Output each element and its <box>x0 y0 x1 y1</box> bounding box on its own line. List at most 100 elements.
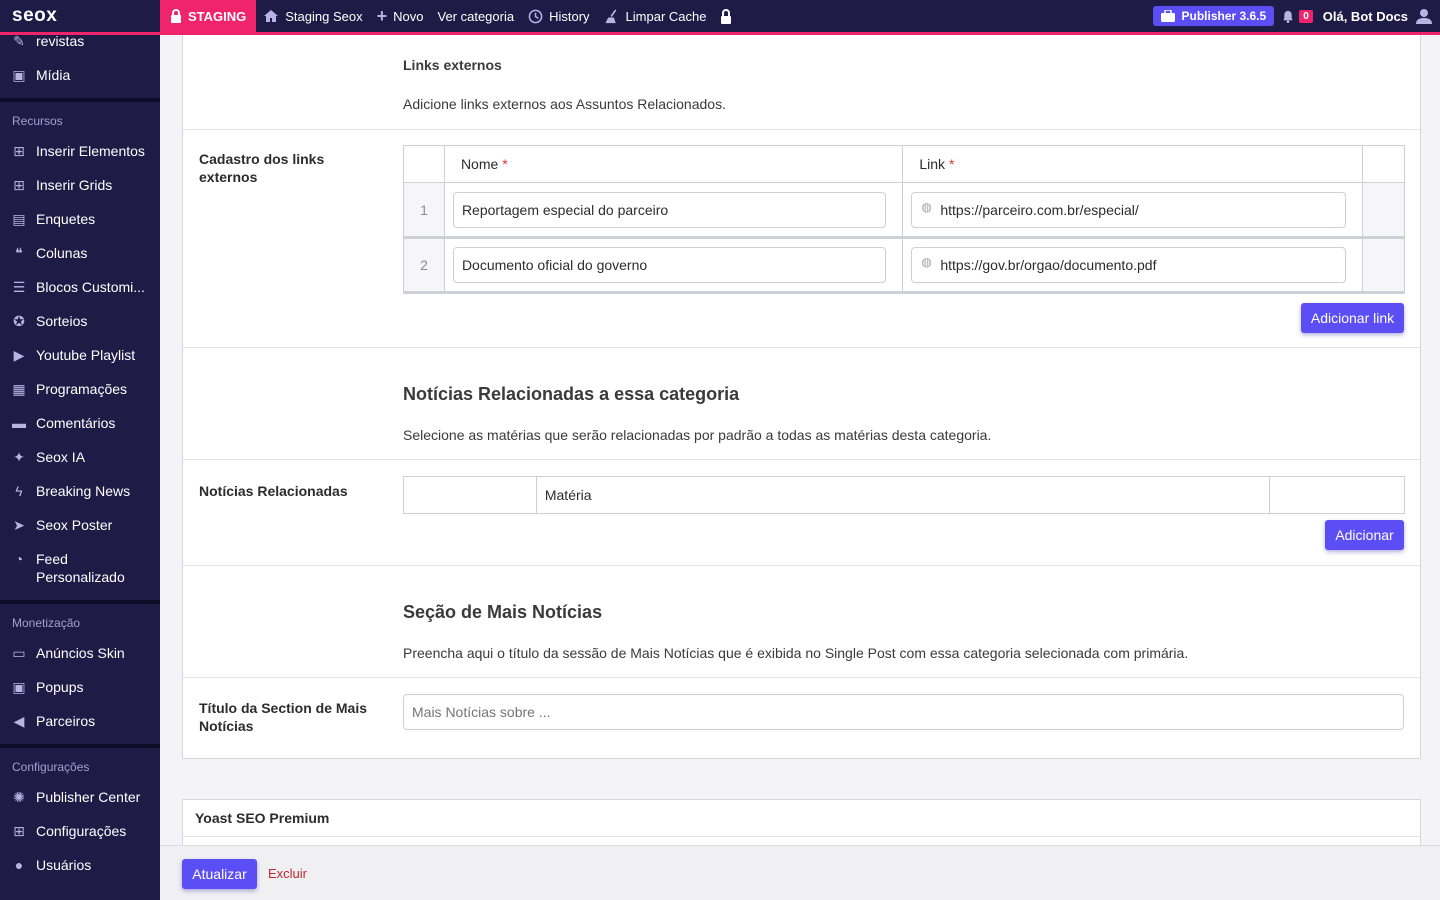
sidebar-item-label: Seox Poster <box>36 517 113 533</box>
admin-sidebar: ✎ revistas ▣ Mídia Recursos ⊞ Inserir Ele… <box>0 32 160 900</box>
history-link[interactable]: History <box>521 0 596 32</box>
publisher-version-badge[interactable]: Publisher 3.6.5 <box>1153 6 1275 26</box>
update-button[interactable]: Atualizar <box>182 859 257 889</box>
category-fields-panel: Links externos Adicione links externos a… <box>182 32 1421 759</box>
sidebar-item-label: Mídia <box>36 67 71 83</box>
add-related-button[interactable]: Adicionar <box>1325 520 1404 550</box>
sidebar-item-colunas[interactable]: ❝ Colunas <box>0 236 160 270</box>
lock-icon <box>171 9 181 23</box>
name-header-label: Nome <box>460 156 499 172</box>
new-link[interactable]: + Novo <box>370 0 431 32</box>
lightning-icon: ϟ <box>15 483 23 499</box>
staging-label: STAGING <box>188 8 247 24</box>
sidebar-item-label: Usuários <box>36 857 92 873</box>
sidebar-item-feed-personalizado[interactable]: ◔ Feed Personalizado <box>0 542 160 594</box>
admin-bar: seox STAGING Staging Seox + Novo Ver cat… <box>0 0 1440 35</box>
site-label: Staging Seox <box>285 8 363 24</box>
award-icon: ✪ <box>13 313 25 329</box>
unlock-link[interactable] <box>713 0 739 32</box>
plus-square-icon: ⊞ <box>13 177 25 193</box>
related-field-row: Notícias Relacionadas Matéria Adicionar <box>183 460 1420 566</box>
materia-column-header: Matéria <box>535 476 1271 514</box>
required-mark: * <box>948 156 955 172</box>
sidebar-item-comentarios[interactable]: ▬ Comentários <box>0 406 160 440</box>
links-description: Adicione links externos aos Assuntos Rel… <box>403 96 726 112</box>
greeting-label: Olá, Bot Docs <box>1322 8 1408 24</box>
delete-link[interactable]: Excluir <box>268 866 307 881</box>
add-link-button[interactable]: Adicionar link <box>1301 303 1404 333</box>
sidebar-item-label: Seox IA <box>36 449 86 465</box>
clock-icon <box>528 9 543 23</box>
home-icon <box>264 10 279 22</box>
sidebar-item-parceiros[interactable]: ◀ Parceiros <box>0 704 160 738</box>
sidebar-item-usuarios[interactable]: ● Usuários <box>0 848 160 882</box>
sidebar-item-programacoes[interactable]: ▦ Programações <box>0 372 160 406</box>
sidebar-item-publisher-center[interactable]: ✺ Publisher Center <box>0 780 160 814</box>
site-link[interactable]: Staging Seox <box>256 0 369 32</box>
seox-logo[interactable]: seox <box>0 0 160 32</box>
playlist-icon: ▶ <box>13 347 25 363</box>
sidebar-item-configuracoes[interactable]: ⊞ Configurações <box>0 814 160 848</box>
sidebar-item-midia[interactable]: ▣ Mídia <box>0 58 160 92</box>
more-title-input[interactable] <box>403 694 1404 730</box>
links-field-label: Cadastro dos links externos <box>199 151 325 185</box>
sidebar-item-sorteios[interactable]: ✪ Sorteios <box>0 304 160 338</box>
url-cell: ◍ https://parceiro.com.br/especial/ <box>902 182 1364 238</box>
row-index[interactable]: 2 <box>403 237 445 293</box>
related-table-header: Matéria <box>403 476 1405 514</box>
sidebar-item-seox-ia[interactable]: ✦ Seox IA <box>0 440 160 474</box>
name-cell: Reportagem especial do parceiro <box>443 182 904 238</box>
sidebar-item-youtube-playlist[interactable]: ▶ Youtube Playlist <box>0 338 160 372</box>
link-header-label: Link <box>919 156 946 172</box>
actions-header <box>1362 145 1405 183</box>
sidebar-heading-monetizacao: Monetização <box>12 616 81 630</box>
sidebar-item-blocos[interactable]: ☰ Blocos Customi... <box>0 270 160 304</box>
plus-icon: + <box>376 5 388 26</box>
link-url-input[interactable]: ◍ https://parceiro.com.br/especial/ <box>911 191 1347 228</box>
sidebar-item-inserir-elementos[interactable]: ⊞ Inserir Elementos <box>0 134 160 168</box>
sidebar-item-enquetes[interactable]: ▤ Enquetes <box>0 202 160 236</box>
related-description: Selecione as matérias que serão relacion… <box>403 427 992 443</box>
admin-bar-accent <box>0 32 1440 35</box>
sidebar-item-label: Anúncios Skin <box>36 645 125 661</box>
blocks-icon: ☰ <box>12 279 26 295</box>
link-name-input[interactable]: Documento oficial do governo <box>452 247 887 283</box>
sparkle-icon: ✦ <box>13 449 25 465</box>
media-icon: ▣ <box>12 67 26 83</box>
sidebar-item-seox-poster[interactable]: ➤ Seox Poster <box>0 508 160 542</box>
sidebar-item-label: Blocos Customi... <box>36 279 145 295</box>
sidebar-item-breaking-news[interactable]: ϟ Breaking News <box>0 474 160 508</box>
sidebar-item-label: Youtube Playlist <box>36 347 136 363</box>
sidebar-item-revistas[interactable]: ✎ revistas <box>0 32 160 58</box>
user-menu[interactable]: Olá, Bot Docs <box>1323 8 1440 24</box>
more-field-row: Título da Section de Mais Notícias <box>183 678 1420 759</box>
user-avatar-icon <box>1416 9 1432 24</box>
submit-bar: Atualizar Excluir <box>160 845 1440 900</box>
globe-icon: ◍ <box>921 255 932 269</box>
sidebar-item-label: Popups <box>36 679 84 695</box>
row-actions[interactable] <box>1362 182 1405 238</box>
staging-badge[interactable]: STAGING <box>160 0 257 32</box>
link-name-input[interactable]: Reportagem especial do parceiro <box>452 191 887 228</box>
yoast-title[interactable]: Yoast SEO Premium <box>195 810 329 826</box>
link-url-input[interactable]: ◍ https://gov.br/orgao/documento.pdf <box>911 247 1347 283</box>
sidebar-item-inserir-grids[interactable]: ⊞ Inserir Grids <box>0 168 160 202</box>
sidebar-heading-recursos: Recursos <box>12 114 63 128</box>
unlock-icon <box>721 8 732 24</box>
clear-cache-link[interactable]: Limpar Cache <box>597 0 714 32</box>
more-description: Preencha aqui o título da sessão de Mais… <box>403 645 1189 661</box>
sidebar-item-label: Inserir Elementos <box>36 143 145 159</box>
publisher-label: Publisher 3.6.5 <box>1181 9 1267 23</box>
sidebar-item-anuncios-skin[interactable]: ▭ Anúncios Skin <box>0 636 160 670</box>
notifications[interactable]: 0 <box>1282 9 1313 23</box>
row-actions[interactable] <box>1362 237 1405 293</box>
sidebar-heading-configuracoes: Configurações <box>12 760 90 774</box>
sidebar-item-label: Parceiros <box>36 713 96 729</box>
index-header <box>403 145 445 183</box>
view-category-link[interactable]: Ver categoria <box>430 0 521 32</box>
quote-icon: ❝ <box>15 245 23 261</box>
row-index[interactable]: 1 <box>403 182 445 238</box>
sidebar-item-label: Breaking News <box>36 483 131 499</box>
sidebar-item-popups[interactable]: ▣ Popups <box>0 670 160 704</box>
notification-count: 0 <box>1299 9 1313 23</box>
